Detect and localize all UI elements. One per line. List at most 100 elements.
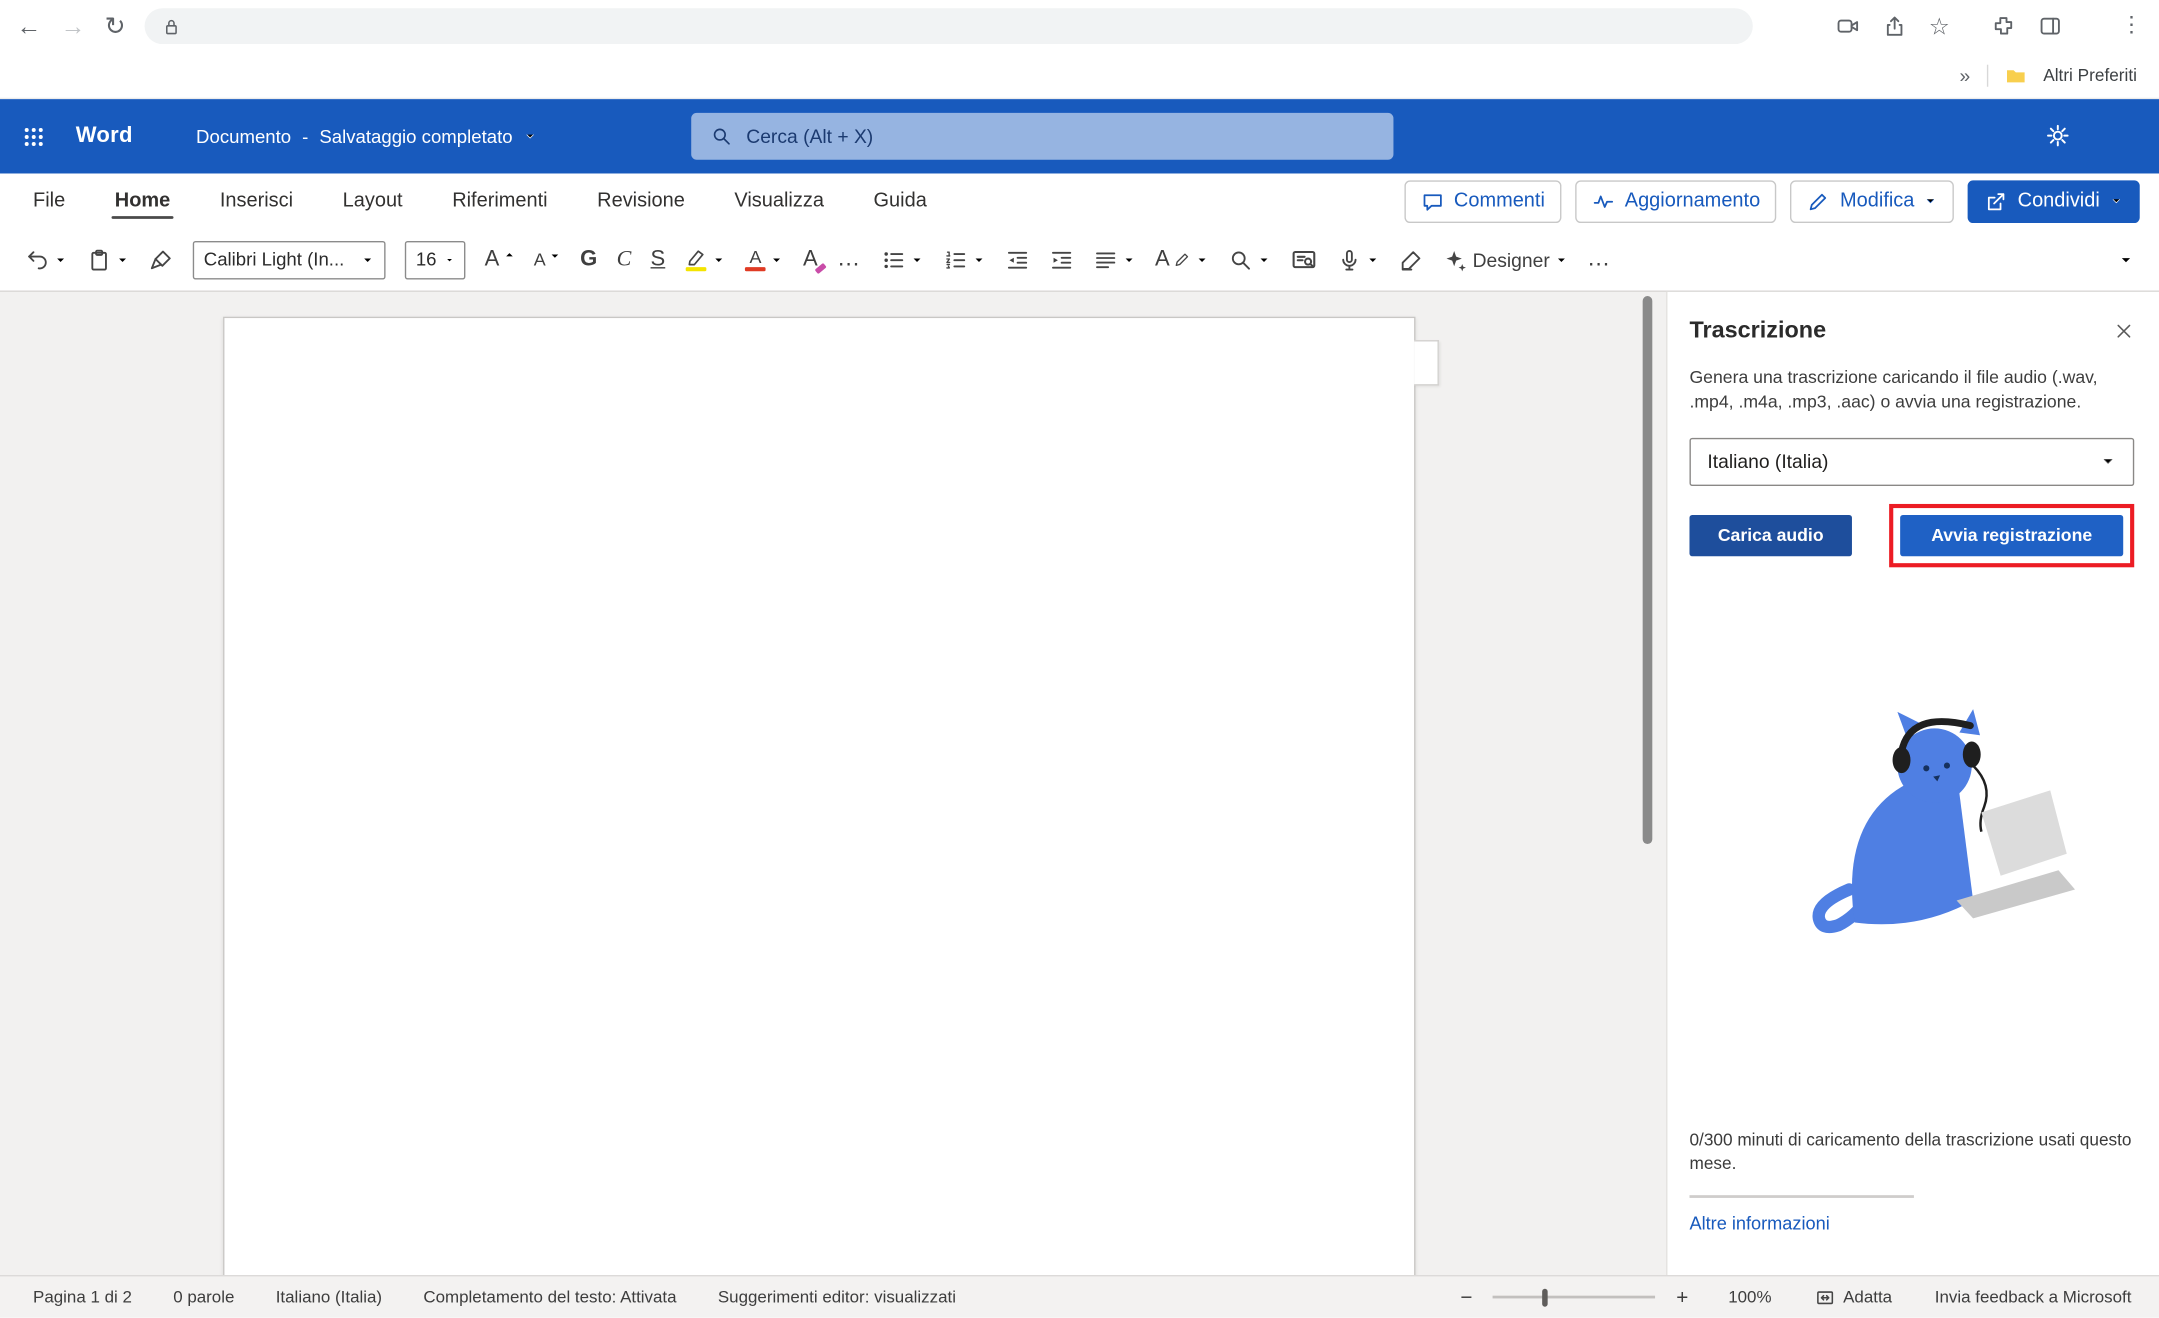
tab-guida[interactable]: Guida [874, 173, 927, 228]
bullet-list-button[interactable] [881, 247, 924, 272]
chevron-down-icon [2118, 251, 2135, 268]
document-name[interactable]: Documento [196, 126, 291, 147]
paste-button[interactable] [87, 247, 130, 272]
start-recording-button[interactable]: Avvia registrazione [1900, 515, 2123, 556]
vertical-scrollbar[interactable] [1643, 296, 1653, 844]
decrease-indent-button[interactable] [1005, 247, 1030, 272]
text-completion-status[interactable]: Completamento del testo: Attivata [423, 1287, 676, 1306]
browser-menu-icon[interactable]: ⋮ [2120, 15, 2142, 37]
more-font-options-button[interactable]: … [837, 255, 862, 264]
app-launcher-icon[interactable] [22, 125, 45, 148]
chevron-down-icon [2109, 194, 2123, 208]
bold-letter: G [580, 249, 597, 271]
highlight-button[interactable] [685, 248, 726, 272]
address-bar[interactable] [145, 8, 1753, 44]
app-name[interactable]: Word [76, 124, 133, 149]
editing-mode-button[interactable]: Modifica [1790, 180, 1954, 223]
zoom-slider-thumb[interactable] [1542, 1288, 1548, 1306]
zoom-level[interactable]: 100% [1728, 1287, 1771, 1306]
tab-revisione[interactable]: Revisione [597, 173, 685, 228]
zoom-out-button[interactable]: − [1460, 1287, 1472, 1308]
arrow-up-icon [504, 249, 515, 260]
tab-layout[interactable]: Layout [343, 173, 403, 228]
editing-mode-label: Modifica [1840, 190, 1914, 212]
format-painter-button[interactable] [149, 247, 174, 272]
reload-button[interactable]: ↻ [105, 14, 126, 39]
share-document-icon [1985, 189, 2008, 212]
font-color-button[interactable]: A [745, 248, 784, 272]
forward-button[interactable]: → [61, 14, 86, 39]
arrow-down-icon [550, 251, 561, 262]
settings-button[interactable] [2045, 123, 2071, 149]
font-size-select[interactable]: 16 [405, 240, 466, 279]
feedback-link[interactable]: Invia feedback a Microsoft [1935, 1287, 2132, 1306]
editor-button[interactable] [1400, 247, 1425, 272]
styles-button[interactable]: A [1155, 249, 1210, 271]
usage-text: 0/300 minuti di caricamento della trascr… [1689, 1129, 2132, 1177]
url-input[interactable] [193, 16, 1737, 37]
font-size-value: 16 [416, 249, 437, 270]
divider [1987, 64, 1988, 86]
update-label: Aggiornamento [1625, 190, 1760, 212]
increase-indent-button[interactable] [1049, 247, 1074, 272]
more-info-link[interactable]: Altre informazioni [1689, 1213, 1829, 1234]
dictate-button[interactable] [1338, 247, 1381, 272]
tab-riferimenti[interactable]: Riferimenti [452, 173, 547, 228]
zoom-slider[interactable] [1493, 1296, 1655, 1299]
document-title-group[interactable]: Documento - Salvataggio completato [196, 126, 537, 147]
chevron-down-icon [712, 253, 726, 267]
language-select[interactable]: Italiano (Italia) [1689, 438, 2134, 486]
zoom-in-button[interactable]: + [1676, 1287, 1688, 1308]
find-button[interactable] [1229, 247, 1272, 272]
comments-label: Commenti [1454, 190, 1545, 212]
collapsed-comment-card[interactable] [1414, 340, 1439, 385]
immersive-reader-button[interactable] [1291, 246, 1319, 274]
fit-to-page-button[interactable]: Adatta [1814, 1287, 1892, 1308]
language-status[interactable]: Italiano (Italia) [276, 1287, 382, 1306]
comments-button[interactable]: Commenti [1404, 180, 1561, 223]
video-camera-icon[interactable] [1835, 14, 1860, 39]
tab-inserisci[interactable]: Inserisci [220, 173, 293, 228]
numbered-list-button[interactable] [943, 247, 986, 272]
folder-icon [2005, 64, 2027, 86]
tab-file[interactable]: File [33, 173, 65, 228]
more-commands-button[interactable]: … [1587, 255, 1612, 264]
page-count[interactable]: Pagina 1 di 2 [33, 1287, 132, 1306]
extensions-puzzle-icon[interactable] [1991, 14, 2016, 39]
side-panel-icon[interactable] [2038, 14, 2063, 39]
tab-home[interactable]: Home [115, 173, 170, 228]
word-count[interactable]: 0 parole [173, 1287, 234, 1306]
pane-title: Trascrizione [1689, 317, 1826, 345]
back-button[interactable]: ← [17, 14, 42, 39]
editor-suggestions-status[interactable]: Suggerimenti editor: visualizzati [718, 1287, 956, 1306]
bold-button[interactable]: G [580, 249, 597, 271]
close-pane-button[interactable] [2114, 320, 2135, 341]
upload-audio-button[interactable]: Carica audio [1689, 515, 1851, 556]
shrink-font-button[interactable]: A [534, 251, 561, 269]
share-icon[interactable] [1882, 14, 1907, 39]
underline-button[interactable]: S [651, 249, 666, 271]
font-name-select[interactable]: Calibri Light (In... [193, 240, 386, 279]
sparkle-icon [1444, 247, 1469, 272]
document-page[interactable] [223, 317, 1415, 1275]
alignment-button[interactable] [1093, 247, 1136, 272]
chevron-down-icon [1367, 253, 1381, 267]
clear-formatting-button[interactable]: A [803, 249, 818, 271]
designer-button[interactable]: Designer [1444, 247, 1568, 272]
bookmarks-folder-label[interactable]: Altri Preferiti [2043, 65, 2137, 84]
undo-button[interactable] [25, 247, 68, 272]
save-status[interactable]: Salvataggio completato [319, 126, 512, 147]
collapse-ribbon-button[interactable] [2118, 251, 2135, 268]
bookmark-star-icon[interactable]: ☆ [1929, 14, 1950, 37]
search-input[interactable] [746, 125, 1374, 147]
grow-font-letter: A [485, 249, 500, 271]
search-box[interactable] [691, 113, 1393, 160]
font-color-letter: A [749, 248, 761, 266]
tab-visualizza[interactable]: Visualizza [734, 173, 824, 228]
share-button[interactable]: Condividi [1968, 180, 2140, 223]
bookmarks-overflow-button[interactable]: » [1960, 64, 1971, 86]
chevron-down-icon [770, 253, 784, 267]
grow-font-button[interactable]: A [485, 249, 515, 271]
update-button[interactable]: Aggiornamento [1575, 180, 1777, 223]
italic-button[interactable]: C [617, 249, 632, 271]
